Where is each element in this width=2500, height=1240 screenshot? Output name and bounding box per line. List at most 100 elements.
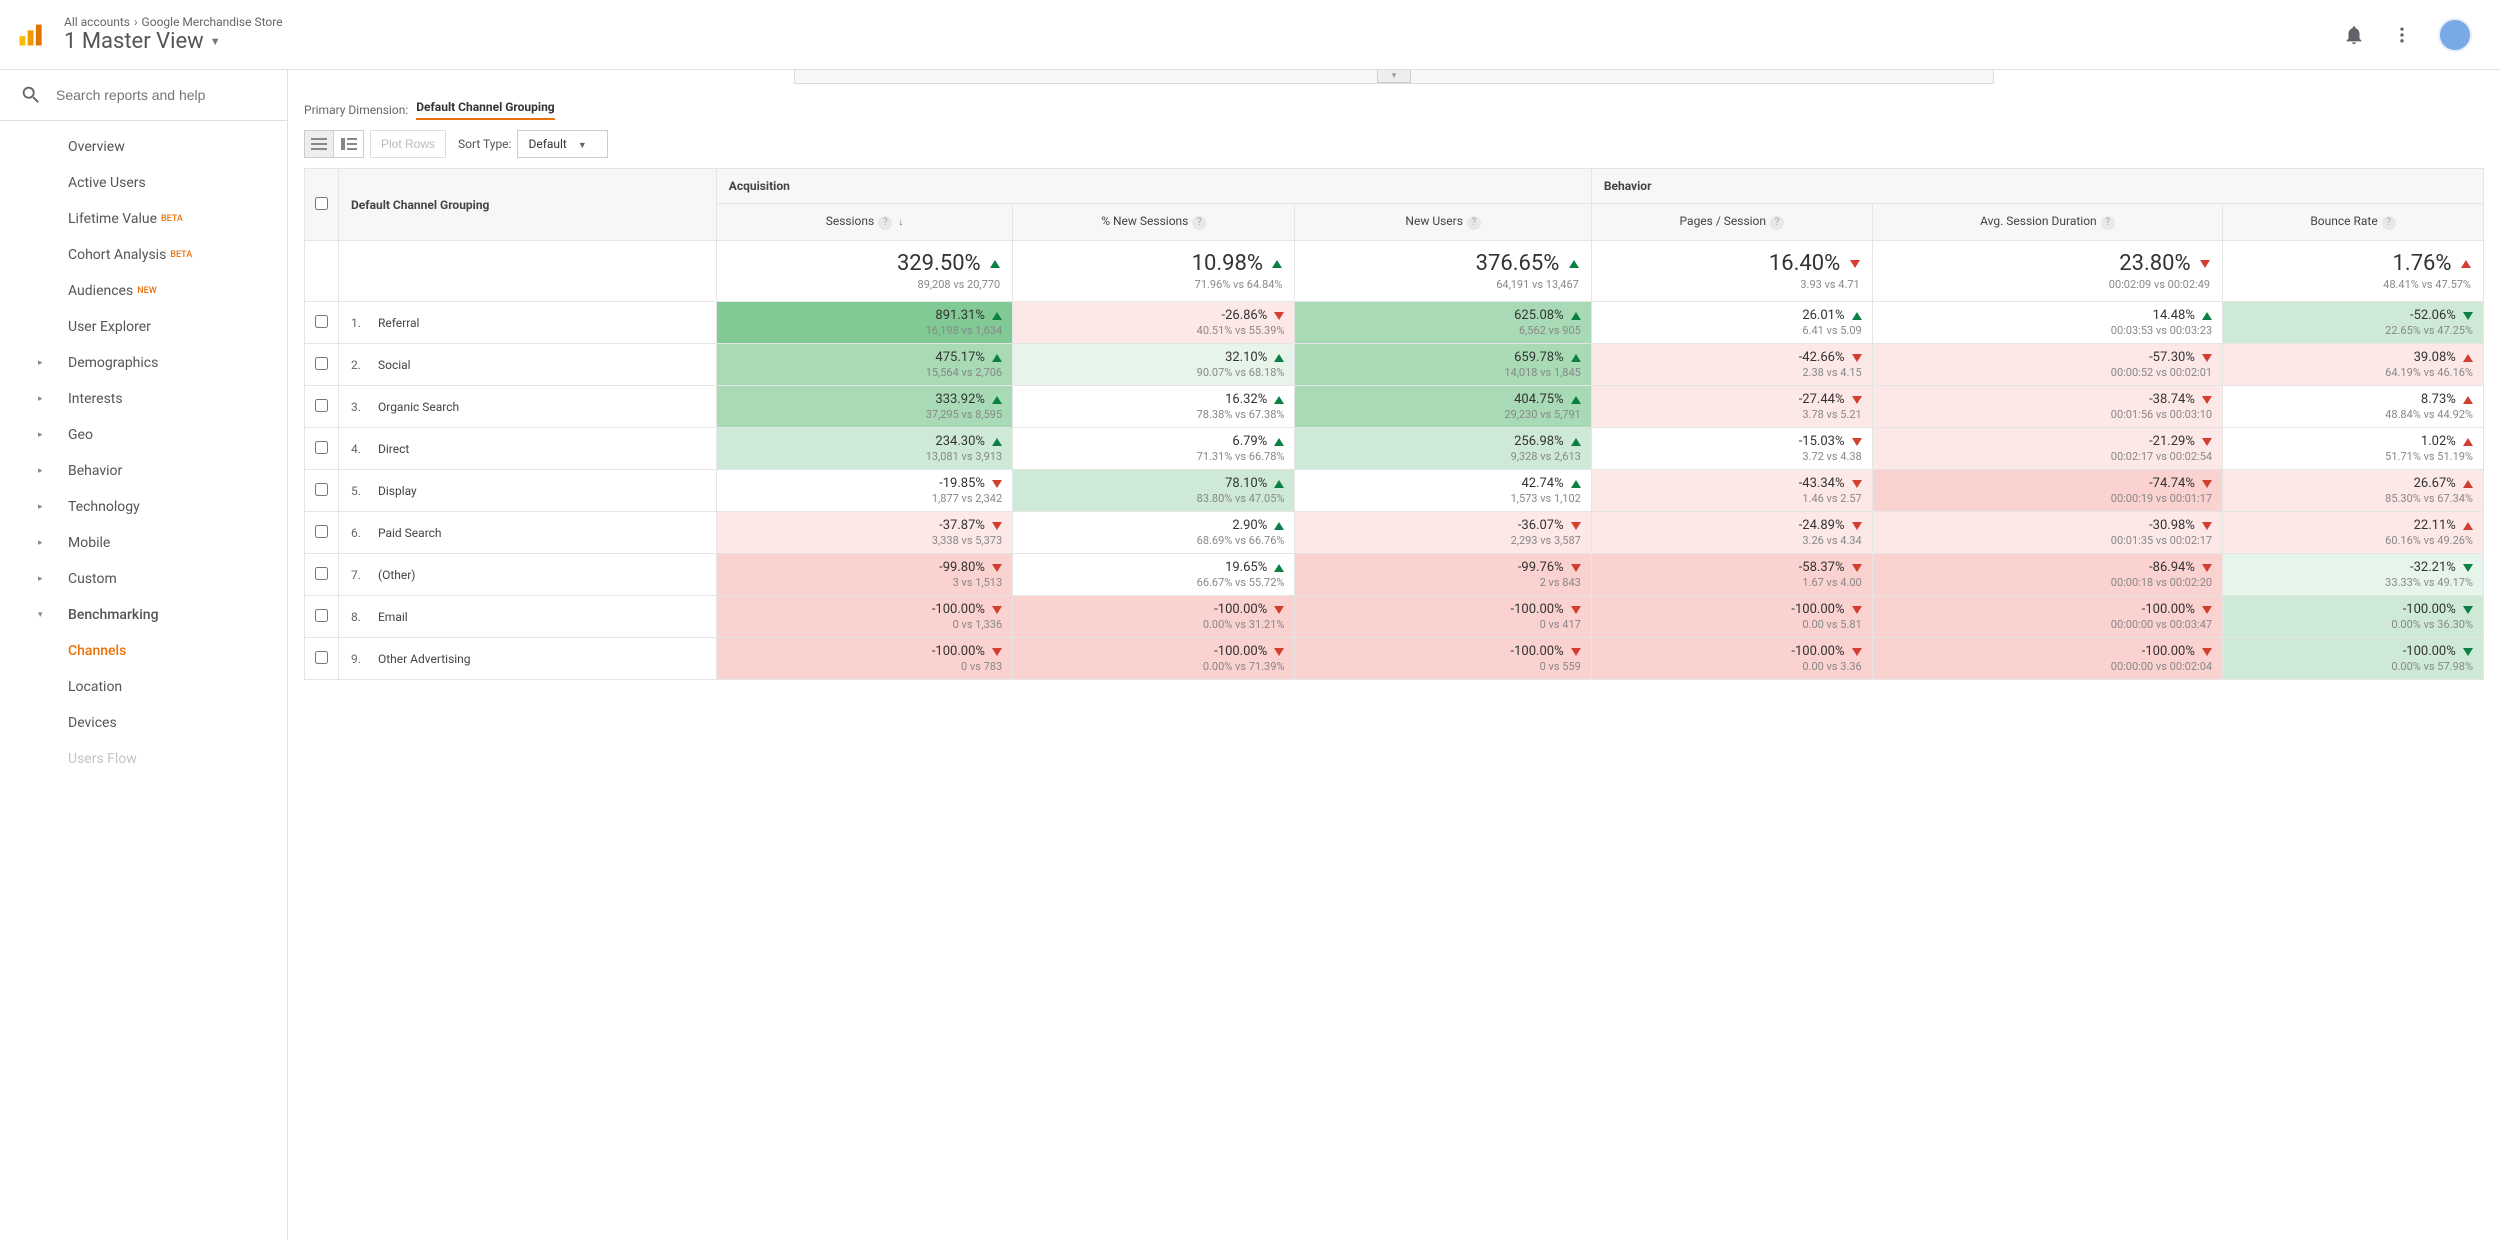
row-dimension[interactable]: 5. Display [339, 470, 717, 512]
nav-interests[interactable]: Interests [0, 381, 287, 417]
row-checkbox[interactable] [315, 357, 328, 370]
summary-cb-cell [305, 241, 339, 302]
help-icon[interactable]: ? [2382, 216, 2396, 230]
cell-bounce: 8.73% 48.84% vs 44.92% [2223, 386, 2484, 428]
row-dimension[interactable]: 8. Email [339, 596, 717, 638]
row-dimension[interactable]: 3. Organic Search [339, 386, 717, 428]
sidebar: Overview Active Users Lifetime ValueBETA… [0, 70, 288, 1240]
nav-cohort[interactable]: Cohort AnalysisBETA [0, 237, 287, 273]
summary-dim-cell [339, 241, 717, 302]
nav-mobile[interactable]: Mobile [0, 525, 287, 561]
row-dimension[interactable]: 7. (Other) [339, 554, 717, 596]
cell-new-users: 625.08% 6,562 vs 905 [1295, 302, 1591, 344]
th-bounce-label: Bounce Rate [2310, 214, 2377, 228]
avatar[interactable] [2438, 18, 2472, 52]
help-icon[interactable]: ? [1467, 216, 1481, 230]
caret-down-icon: ▼ [210, 35, 221, 48]
row-checkbox[interactable] [315, 399, 328, 412]
nav-devices[interactable]: Devices [0, 705, 287, 741]
nav-audiences[interactable]: AudiencesNEW [0, 273, 287, 309]
summary-pages: 16.40% 3.93 vs 4.71 [1591, 241, 1872, 302]
row-dimension[interactable]: 9. Other Advertising [339, 638, 717, 680]
th-acquisition-group: Acquisition [716, 169, 1591, 204]
table-row: 6. Paid Search -37.87% 3,338 vs 5,373 2.… [305, 512, 2484, 554]
th-checkbox [305, 169, 339, 241]
nav-custom[interactable]: Custom [0, 561, 287, 597]
nav-technology[interactable]: Technology [0, 489, 287, 525]
help-icon[interactable]: ? [1770, 216, 1784, 230]
cell-sessions: 333.92% 37,295 vs 8,595 [716, 386, 1012, 428]
beta-badge: BETA [170, 250, 192, 260]
nav-lifetime-value[interactable]: Lifetime ValueBETA [0, 201, 287, 237]
cell-new-pct: 6.79% 71.31% vs 66.78% [1013, 428, 1295, 470]
nav-location[interactable]: Location [0, 669, 287, 705]
th-dimension[interactable]: Default Channel Grouping [339, 169, 717, 241]
row-cb-cell [305, 386, 339, 428]
primary-dimension-row: Primary Dimension: Default Channel Group… [304, 94, 2484, 126]
collapse-handle[interactable]: ▾ [1377, 70, 1411, 83]
table-toolbar: Plot Rows Sort Type: Default ▼ [304, 126, 2484, 168]
cell-duration: 14.48% 00:03:53 vs 00:03:23 [1872, 302, 2222, 344]
cell-pages: 26.01% 6.41 vs 5.09 [1591, 302, 1872, 344]
nav-technology-label: Technology [68, 499, 140, 515]
nav-overview[interactable]: Overview [0, 129, 287, 165]
breadcrumb: All accounts › Google Merchandise Store [64, 15, 2342, 29]
cell-new-users: 659.78% 14,018 vs 1,845 [1295, 344, 1591, 386]
summary-duration: 23.80% 00:02:09 vs 00:02:49 [1872, 241, 2222, 302]
row-checkbox[interactable] [315, 525, 328, 538]
sort-type-select[interactable]: Default ▼ [517, 130, 607, 158]
row-checkbox[interactable] [315, 315, 328, 328]
nav-benchmarking[interactable]: Benchmarking [0, 597, 287, 633]
search-input[interactable] [56, 87, 267, 103]
row-dimension[interactable]: 1. Referral [339, 302, 717, 344]
th-avg-duration[interactable]: Avg. Session Duration? [1872, 204, 2222, 241]
nav-channels[interactable]: Channels [0, 633, 287, 669]
row-checkbox[interactable] [315, 483, 328, 496]
cell-bounce: -100.00% 0.00% vs 36.30% [2223, 596, 2484, 638]
th-new-sessions-pct[interactable]: % New Sessions? [1013, 204, 1295, 241]
row-checkbox[interactable] [315, 651, 328, 664]
row-dimension[interactable]: 2. Social [339, 344, 717, 386]
more-vert-icon[interactable] [2390, 23, 2414, 47]
cell-sessions: -99.80% 3 vs 1,513 [716, 554, 1012, 596]
cell-new-pct: 2.90% 68.69% vs 66.76% [1013, 512, 1295, 554]
cell-pages: -100.00% 0.00 vs 3.36 [1591, 638, 1872, 680]
select-all-checkbox[interactable] [315, 197, 328, 210]
nav-active-users[interactable]: Active Users [0, 165, 287, 201]
chevron-right-icon: › [134, 15, 138, 29]
help-icon[interactable]: ? [878, 216, 892, 230]
primary-dim-label: Primary Dimension: [304, 103, 408, 117]
cell-bounce: 39.08% 64.19% vs 46.16% [2223, 344, 2484, 386]
cell-new-users: -100.00% 0 vs 417 [1295, 596, 1591, 638]
view-selector[interactable]: 1 Master View ▼ [64, 29, 2342, 54]
help-icon[interactable]: ? [2101, 216, 2115, 230]
view-flat-button[interactable] [304, 130, 334, 158]
nav-geo[interactable]: Geo [0, 417, 287, 453]
row-checkbox[interactable] [315, 441, 328, 454]
help-icon[interactable]: ? [1192, 216, 1206, 230]
plot-rows-button[interactable]: Plot Rows [370, 130, 446, 158]
summary-new-pct: 10.98% 71.96% vs 64.84% [1013, 241, 1295, 302]
caret-down-icon: ▼ [578, 141, 587, 151]
row-dimension[interactable]: 6. Paid Search [339, 512, 717, 554]
nav-user-explorer[interactable]: User Explorer [0, 309, 287, 345]
th-pages-session[interactable]: Pages / Session? [1591, 204, 1872, 241]
nav-users-flow[interactable]: Users Flow [0, 741, 287, 777]
notifications-icon[interactable] [2342, 23, 2366, 47]
th-sessions[interactable]: Sessions?↓ [716, 204, 1012, 241]
row-checkbox[interactable] [315, 567, 328, 580]
cell-pages: -100.00% 0.00 vs 5.81 [1591, 596, 1872, 638]
view-title-text: 1 Master View [64, 29, 204, 54]
nav-behavior[interactable]: Behavior [0, 453, 287, 489]
row-cb-cell [305, 596, 339, 638]
row-checkbox[interactable] [315, 609, 328, 622]
nav-demographics[interactable]: Demographics [0, 345, 287, 381]
primary-dim-value[interactable]: Default Channel Grouping [416, 100, 554, 120]
row-dimension[interactable]: 4. Direct [339, 428, 717, 470]
th-bounce-rate[interactable]: Bounce Rate? [2223, 204, 2484, 241]
table-row: 4. Direct 234.30% 13,081 vs 3,913 6.79% … [305, 428, 2484, 470]
row-cb-cell [305, 428, 339, 470]
view-pivot-button[interactable] [334, 130, 364, 158]
th-new-users[interactable]: New Users? [1295, 204, 1591, 241]
breadcrumb-parent[interactable]: All accounts [64, 15, 130, 29]
